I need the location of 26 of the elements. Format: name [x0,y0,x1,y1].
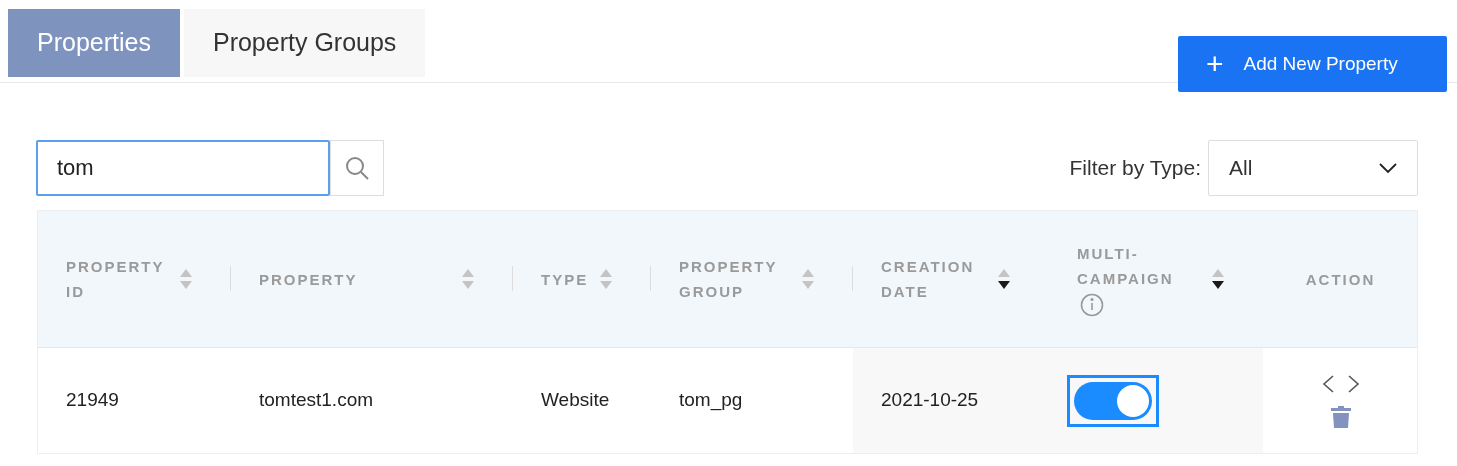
column-header: CREATION DATE [881,257,976,302]
column-header: ACTION [1305,269,1376,290]
column-header: MULTI-CAMPAIGN [1077,244,1175,289]
filter-label: Filter by Type: [1069,155,1201,182]
table-cell-text: 2021-10-25 [881,388,979,413]
info-icon[interactable] [1080,293,1104,317]
column-header: PROPERTY [259,269,358,290]
search-icon [344,155,370,181]
table-cell-text: Website [541,388,610,413]
add-new-property-button[interactable]: + Add New Property [1178,36,1447,92]
tab[interactable]: Property Groups [183,9,426,77]
search-button[interactable] [330,140,384,196]
type-dropdown[interactable]: All [1208,140,1418,196]
column-header: PROPERTY ID [66,257,166,302]
sort-icon[interactable] [997,268,1011,290]
multi-campaign-toggle[interactable] [1074,381,1152,420]
column-header: PROPERTY GROUP [679,257,779,302]
column-header: TYPE [541,269,589,290]
code-icon[interactable] [1321,373,1360,394]
table-cell-text: tomtest1.com [259,388,374,413]
chevron-down-icon [1379,162,1397,174]
search-field[interactable]: tom [36,140,330,196]
sort-icon[interactable] [1211,268,1225,290]
table-cell-text: tom_pg [679,388,743,413]
trash-icon[interactable] [1330,405,1351,428]
table-cell-text: 21949 [66,388,119,413]
